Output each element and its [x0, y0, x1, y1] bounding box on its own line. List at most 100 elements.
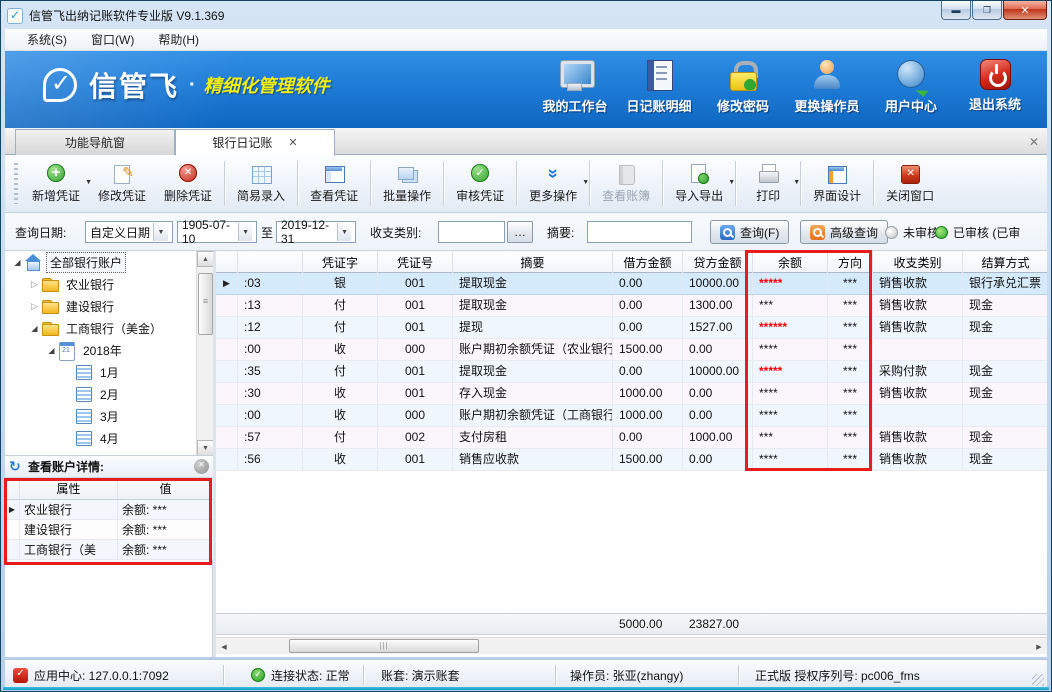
column-header[interactable]: 凭证号 [378, 251, 453, 273]
tab-active[interactable]: 银行日记账✕ [175, 129, 335, 156]
close-button[interactable]: ✕ [1003, 1, 1047, 20]
resize-grip[interactable] [1032, 674, 1044, 686]
tabstrip-close-icon[interactable]: ✕ [1029, 135, 1039, 149]
banner-action[interactable]: 我的工作台 [533, 59, 617, 115]
detail-row[interactable]: ▶农业银行余额: *** [5, 500, 213, 520]
column-header[interactable]: 方向 [828, 251, 873, 273]
summary-input[interactable] [587, 221, 692, 243]
table-row[interactable]: :30收001存入现金1000.000.00*******销售收款现金 [216, 383, 1047, 405]
scroll-down-icon[interactable]: ▼ [197, 440, 213, 456]
banner-action[interactable]: 退出系统 [953, 59, 1037, 115]
scrollbar-thumb[interactable] [198, 273, 213, 335]
tree-item-label: 4月 [97, 429, 122, 448]
menu-item[interactable]: 系统(S) [15, 29, 79, 50]
tree-item[interactable]: ▷建设银行 [5, 295, 213, 317]
menu-item[interactable]: 窗口(W) [79, 29, 146, 50]
refresh-icon[interactable]: ↻ [9, 458, 25, 475]
cell-credit: 1300.00 [683, 295, 753, 316]
detail-value-header[interactable]: 值 [118, 478, 213, 499]
toolbar-button[interactable]: 审核凭证 [447, 155, 513, 212]
status-text: 连接状态: 正常 [271, 667, 350, 684]
scrollbar-thumb[interactable] [289, 639, 479, 653]
toolbar-button[interactable]: 简易录入 [228, 155, 294, 212]
minimize-button[interactable]: ▬ [941, 1, 971, 20]
tree-item[interactable]: ◢全部银行账户 [5, 251, 213, 273]
panel-close-icon[interactable] [194, 459, 209, 474]
column-header[interactable]: 凭证字 [303, 251, 378, 273]
toolbar-separator [589, 161, 590, 206]
tree-item[interactable]: 3月 [5, 405, 213, 427]
detail-row[interactable]: 工商银行（美余额: *** [5, 540, 213, 560]
dropdown-arrow-icon[interactable]: ▼ [793, 179, 800, 186]
maximize-button[interactable]: ❐ [972, 1, 1002, 20]
category-input[interactable] [438, 221, 505, 243]
tree-item[interactable]: 4月 [5, 427, 213, 449]
column-header[interactable]: 借方金额 [613, 251, 683, 273]
tree-item[interactable]: 2月 [5, 383, 213, 405]
toolbar-button[interactable]: 批量操作 [374, 155, 440, 212]
toolbar-button[interactable]: 导入导出▼ [666, 155, 732, 212]
tree-expander-icon[interactable]: ◢ [11, 258, 24, 267]
scroll-left-icon[interactable]: ◀ [216, 639, 232, 654]
banner-action[interactable]: 用户中心 [869, 59, 953, 115]
toolbar-grip[interactable] [14, 163, 18, 204]
banner-action[interactable]: 更换操作员 [785, 59, 869, 115]
table-row[interactable]: :00收000账户期初余额凭证（工商银行（美金））1000.000.00****… [216, 405, 1047, 427]
toolbar-button[interactable]: 新增凭证▼ [23, 155, 89, 212]
toolbar-button[interactable]: 打印 ▼ [739, 155, 797, 212]
tab-close-icon[interactable]: ✕ [288, 136, 297, 149]
date-to-select[interactable]: 2019-12-31▼ [276, 221, 356, 243]
advanced-query-button[interactable]: 高级查询 [800, 220, 888, 244]
chevron-down-icon[interactable]: ▼ [153, 223, 168, 241]
detail-attr-header[interactable]: 属性 [20, 478, 118, 499]
column-header[interactable]: 摘要 [453, 251, 613, 273]
category-lookup-button[interactable]: … [507, 221, 533, 243]
toolbar-button[interactable]: 界面设计 [804, 155, 870, 212]
toolbar-button[interactable]: 关闭窗口 [877, 155, 943, 212]
column-header[interactable]: 结算方式 [963, 251, 1047, 273]
menu-item[interactable]: 帮助(H) [146, 29, 211, 50]
dropdown-arrow-icon[interactable]: ▼ [582, 179, 589, 186]
column-header[interactable] [216, 251, 238, 273]
dropdown-arrow-icon[interactable]: ▼ [728, 179, 735, 186]
banner-action[interactable]: 修改密码 [701, 59, 785, 115]
column-header[interactable] [238, 251, 303, 273]
scroll-right-icon[interactable]: ▶ [1031, 639, 1047, 654]
tree-item[interactable]: ▷农业银行 [5, 273, 213, 295]
query-button[interactable]: 查询(F) [710, 220, 789, 244]
table-row[interactable]: :12付001提现0.001527.00*********销售收款现金 [216, 317, 1047, 339]
tree-scrollbar[interactable]: ▲ ▼ [196, 251, 213, 456]
toolbar-button-label: 打印 [756, 187, 780, 204]
tree-item[interactable]: 1月 [5, 361, 213, 383]
banner-action[interactable]: 日记账明细 [617, 59, 701, 115]
grid-icon [250, 164, 272, 184]
chevron-down-icon[interactable]: ▼ [238, 223, 252, 241]
column-header[interactable]: 余额 [753, 251, 828, 273]
tree-item[interactable]: ◢工商银行（美金） [5, 317, 213, 339]
table-row[interactable]: ▶:03银001提取现金0.0010000.00********销售收款银行承兑… [216, 273, 1047, 295]
cell-debit: 0.00 [613, 361, 683, 382]
date-from-select[interactable]: 1905-07-10▼ [177, 221, 257, 243]
scroll-up-icon[interactable]: ▲ [197, 251, 213, 267]
horizontal-scrollbar[interactable]: ◀ ▶ [216, 637, 1047, 654]
detail-row[interactable]: 建设银行余额: *** [5, 520, 213, 540]
table-row[interactable]: :13付001提取现金0.001300.00******销售收款现金 [216, 295, 1047, 317]
table-row[interactable]: :56收001销售应收款1500.000.00*******销售收款现金 [216, 449, 1047, 471]
tree-item[interactable]: ◢2018年 [5, 339, 213, 361]
column-header[interactable]: 收支类别 [873, 251, 963, 273]
tree-expander-icon[interactable]: ▷ [28, 279, 41, 290]
tree-expander-icon[interactable]: ◢ [45, 346, 58, 355]
tree-expander-icon[interactable]: ▷ [28, 301, 41, 312]
toolbar-button[interactable]: 更多操作▼ [520, 155, 586, 212]
toolbar-button[interactable]: 修改凭证 [89, 155, 155, 212]
tree-expander-icon[interactable]: ◢ [28, 324, 41, 333]
table-row[interactable]: :57付002支付房租0.001000.00******销售收款现金 [216, 427, 1047, 449]
toolbar-button[interactable]: 查看凭证 [301, 155, 367, 212]
chevron-down-icon[interactable]: ▼ [337, 223, 351, 241]
date-mode-select[interactable]: 自定义日期▼ [85, 221, 173, 243]
tab-inactive[interactable]: 功能导航窗 [15, 129, 175, 155]
column-header[interactable]: 贷方金额 [683, 251, 753, 273]
table-row[interactable]: :00收000账户期初余额凭证（农业银行）1500.000.00******* [216, 339, 1047, 361]
toolbar-button[interactable]: 删除凭证 [155, 155, 221, 212]
table-row[interactable]: :35付001提取现金0.0010000.00********采购付款现金 [216, 361, 1047, 383]
